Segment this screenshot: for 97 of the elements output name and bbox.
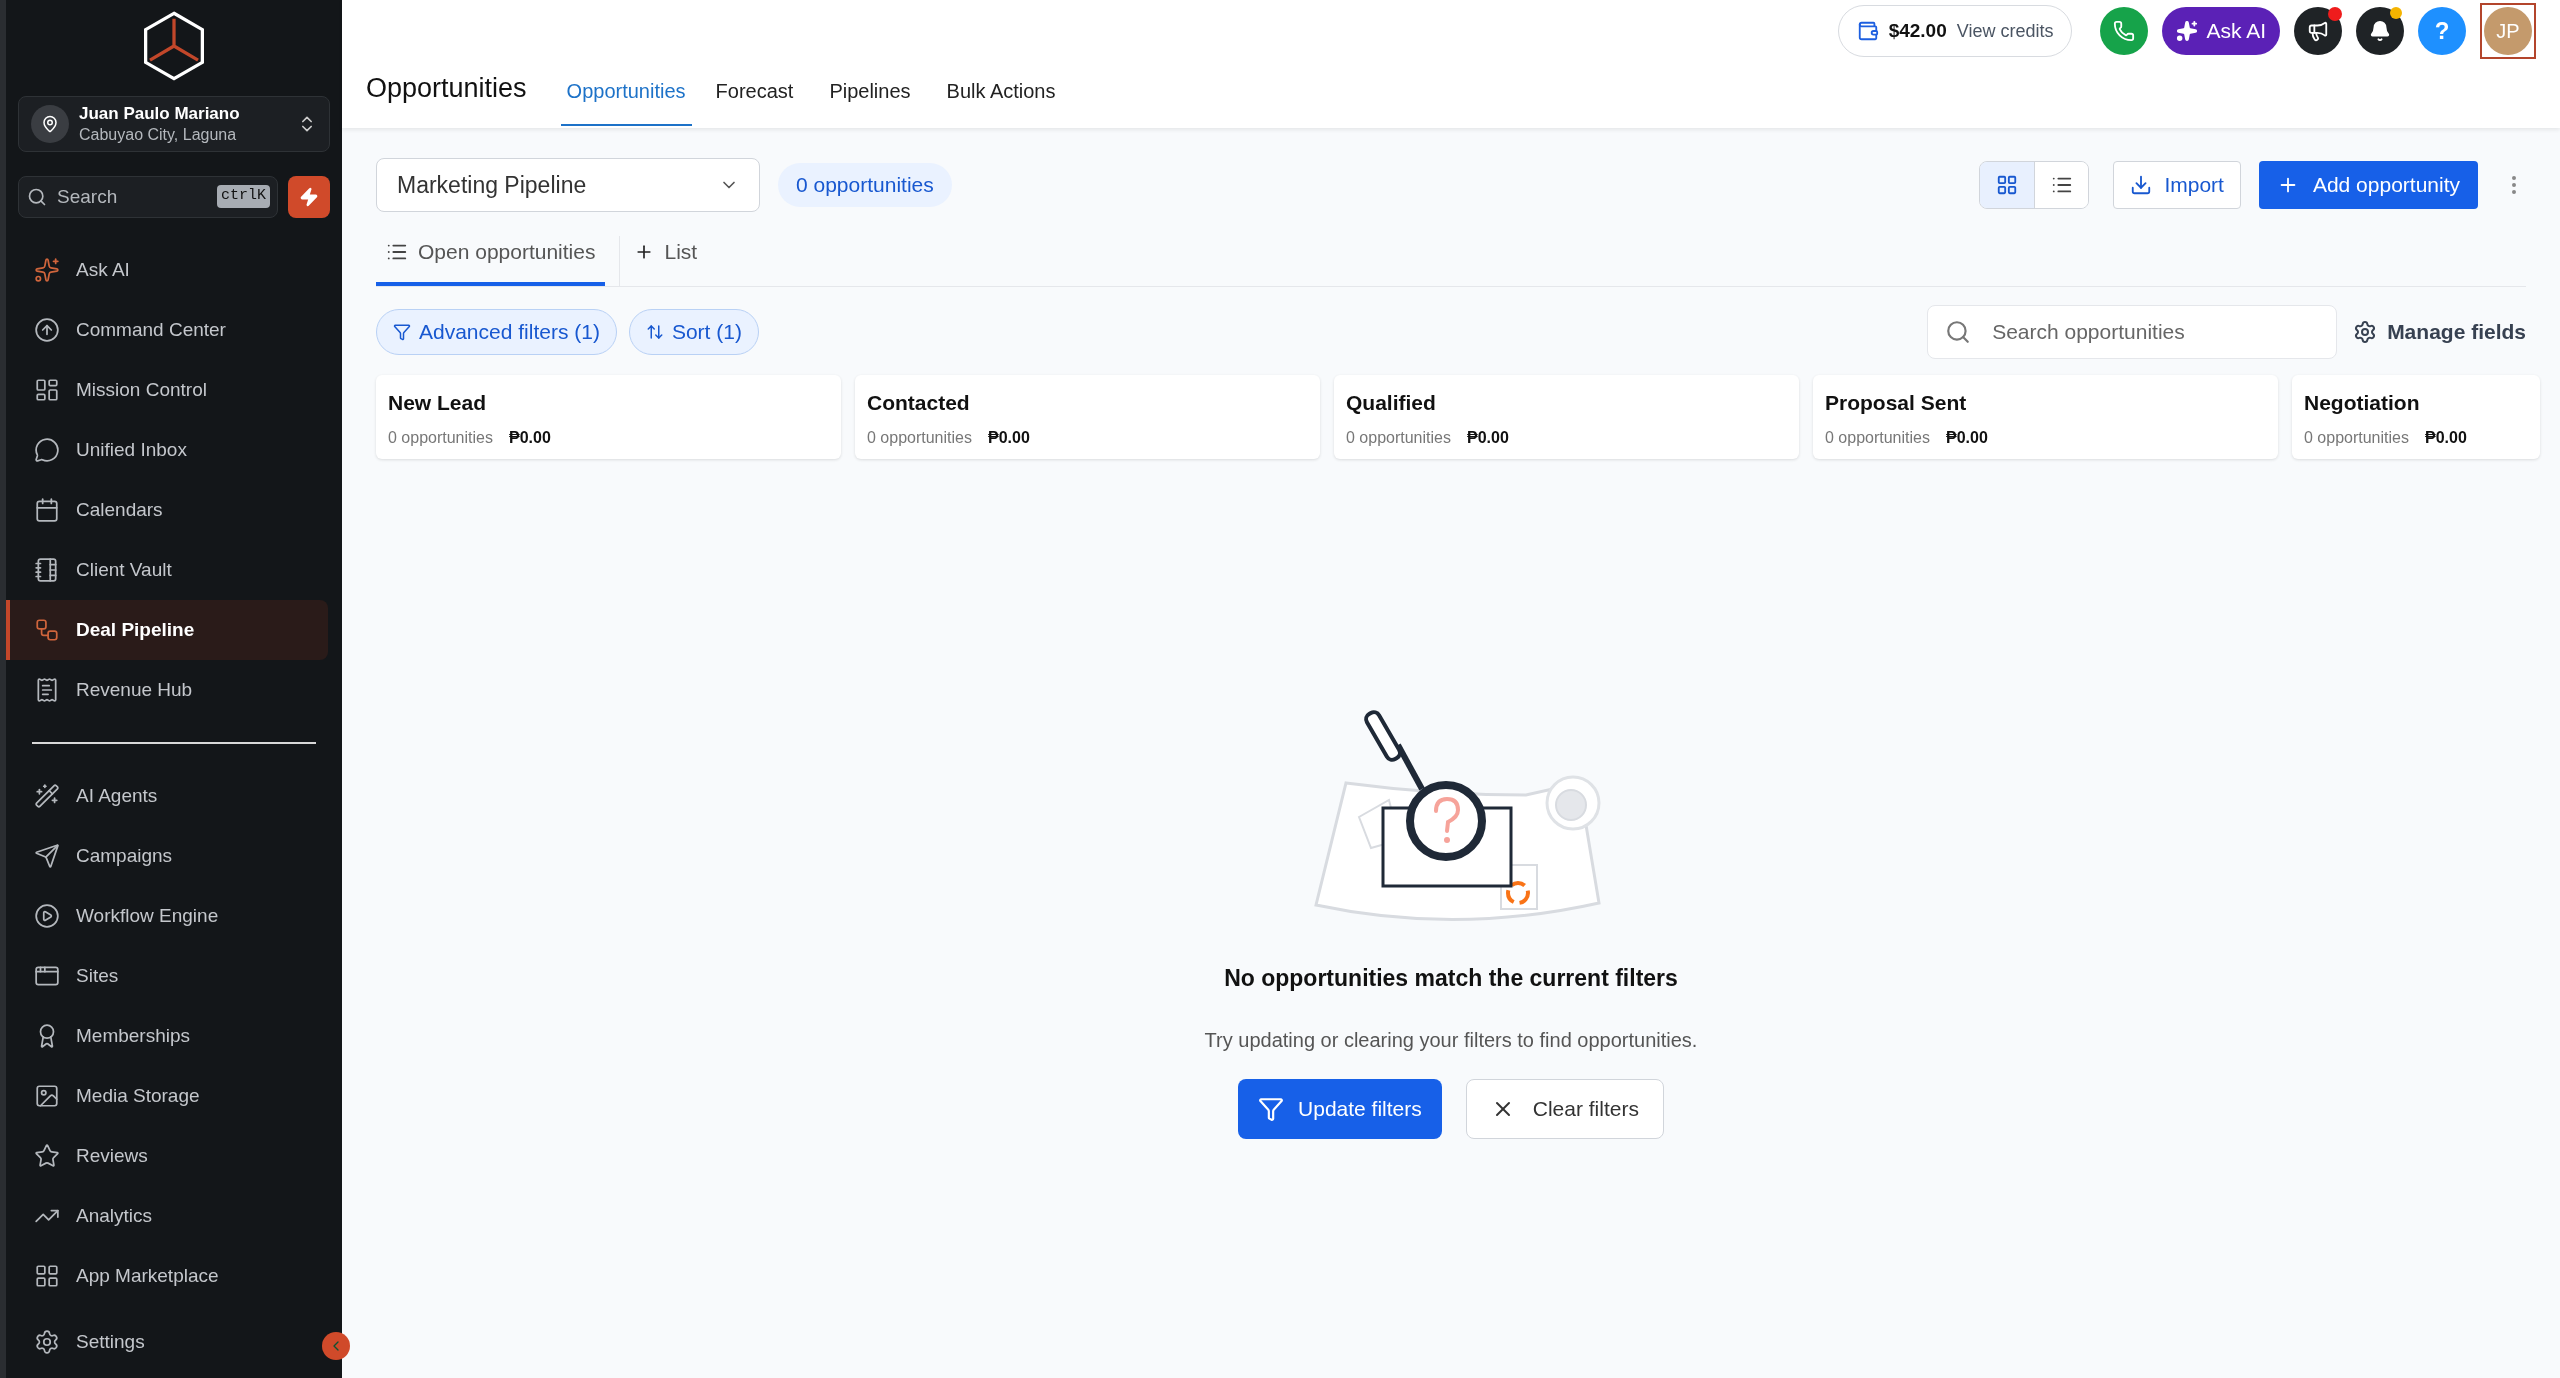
notebook-icon <box>34 557 60 583</box>
send-icon <box>34 843 60 869</box>
stage-amount: ₱0.00 <box>508 428 551 448</box>
nav-item[interactable]: Client Vault <box>6 540 328 600</box>
clear-filters-button[interactable]: Clear filters <box>1465 1079 1664 1139</box>
stage-count: 0 opportunities <box>867 428 972 448</box>
pipeline-select[interactable]: Marketing Pipeline <box>376 158 760 212</box>
manage-fields-button[interactable]: Manage fields <box>2353 315 2526 348</box>
receipt-icon <box>34 677 60 703</box>
sort-button[interactable]: Sort (1) <box>628 308 759 355</box>
nav-item[interactable]: Mission Control <box>6 360 328 420</box>
dashboard-icon <box>34 377 60 403</box>
quick-action-button[interactable] <box>288 176 330 218</box>
stage-count: 0 opportunities <box>388 428 493 448</box>
search-opportunities-field[interactable]: Search opportunities <box>1927 304 2338 359</box>
nav-item[interactable]: Campaigns <box>6 826 328 886</box>
star-icon <box>34 1143 60 1169</box>
bell-icon <box>2369 20 2391 42</box>
opportunity-count: 0 opportunities <box>778 163 952 207</box>
credits-amount: $42.00 <box>1888 18 1947 43</box>
stage-name: New Lead <box>388 389 488 416</box>
stage-name: Contacted <box>867 389 971 416</box>
calendar-icon <box>34 497 60 523</box>
search-icon <box>1945 318 1972 345</box>
stage-name: Negotiation <box>2304 389 2421 416</box>
empty-state-title: No opportunities match the current filters <box>1224 963 1678 993</box>
settings-icon <box>2353 319 2378 344</box>
sparkle-icon <box>2176 20 2199 42</box>
add-list-tab[interactable]: List <box>619 236 698 286</box>
lightning-icon <box>299 187 319 207</box>
page-tab[interactable]: Bulk Actions <box>946 76 1056 126</box>
stage-amount: ₱0.00 <box>2424 428 2467 448</box>
nav-item[interactable]: Workflow Engine <box>6 886 328 946</box>
filter-icon <box>1258 1096 1285 1122</box>
wand-icon <box>34 783 60 809</box>
stage-name: Proposal Sent <box>1825 389 1968 416</box>
image-icon <box>34 1083 60 1109</box>
account-location: Cabuyao City, Laguna <box>79 124 238 145</box>
grid-icon <box>1996 174 2019 196</box>
sparkle-icon <box>34 257 60 283</box>
stage-count: 0 opportunities <box>1825 428 1930 448</box>
stage-count: 0 opportunities <box>2304 428 2409 448</box>
collapse-button[interactable] <box>322 1332 350 1360</box>
add-opportunity-button[interactable]: Add opportunity <box>2258 161 2478 209</box>
page-title: Opportunities <box>366 71 527 105</box>
nav-item[interactable]: Media Storage <box>6 1066 328 1126</box>
settings-icon <box>34 1329 60 1355</box>
nav-item[interactable]: App Marketplace <box>6 1246 328 1306</box>
stage-name: Qualified <box>1346 389 1437 416</box>
account-switcher[interactable]: Juan Paulo Mariano Cabuyao City, Laguna <box>18 96 330 152</box>
stage-amount: ₱0.00 <box>987 428 1030 448</box>
grid-icon <box>34 1263 60 1289</box>
nav-item[interactable]: Analytics <box>6 1186 328 1246</box>
wallet-icon <box>1856 20 1879 42</box>
page-tab[interactable]: Opportunities <box>560 76 692 126</box>
window-icon <box>34 963 60 989</box>
import-button[interactable]: Import <box>2113 161 2241 209</box>
list-view-button[interactable] <box>2034 162 2089 208</box>
phone-button[interactable] <box>2100 7 2149 55</box>
announcements-button[interactable] <box>2294 7 2342 55</box>
chat-icon <box>34 437 60 463</box>
notifications-button[interactable] <box>2356 7 2404 55</box>
filters-button[interactable]: Advanced filters (1) <box>376 308 617 355</box>
nav-item[interactable]: Calendars <box>6 480 328 540</box>
location-icon <box>31 105 69 143</box>
view-credits-link[interactable]: View credits <box>1956 17 2054 45</box>
nav-item[interactable]: Unified Inbox <box>6 420 328 480</box>
stage-amount: ₱0.00 <box>1945 428 1988 448</box>
update-filters-button[interactable]: Update filters <box>1238 1079 1442 1139</box>
nav-item[interactable]: AI Agents <box>6 766 328 826</box>
workflow-icon <box>34 617 60 643</box>
search-icon <box>27 187 47 207</box>
shortcut-key: ctrlK <box>217 185 270 208</box>
empty-state-message: Try updating or clearing your filters to find opportunities. <box>1204 1028 1698 1053</box>
nav-item[interactable]: Command Center <box>6 300 328 360</box>
ask-ai-button[interactable]: Ask AI <box>2162 7 2280 55</box>
saved-view-tab[interactable]: Open opportunities <box>376 236 606 286</box>
page-tab[interactable]: Forecast <box>715 76 794 126</box>
nav-item[interactable]: Memberships <box>6 1006 328 1066</box>
stage-amount: ₱0.00 <box>1466 428 1509 448</box>
nav-item[interactable]: Ask AI <box>6 240 328 300</box>
megaphone-icon <box>2307 20 2329 42</box>
nav-item[interactable]: Revenue Hub <box>6 660 328 720</box>
play-icon <box>34 903 60 929</box>
nav-item[interactable]: Sites <box>6 946 328 1006</box>
logo-icon <box>141 10 207 82</box>
filter-icon <box>393 322 411 341</box>
download-icon <box>2130 174 2153 196</box>
nav-item[interactable]: Deal Pipeline <box>6 600 328 660</box>
nav-item[interactable]: Reviews <box>6 1126 328 1186</box>
account-name: Juan Paulo Mariano <box>79 103 241 125</box>
board-view-button[interactable] <box>1980 162 2035 208</box>
phone-icon <box>2113 20 2136 42</box>
sort-icon <box>645 322 664 341</box>
stage-count: 0 opportunities <box>1346 428 1451 448</box>
page-tab[interactable]: Pipelines <box>829 76 911 126</box>
settings-item[interactable]: Settings <box>6 1327 145 1357</box>
